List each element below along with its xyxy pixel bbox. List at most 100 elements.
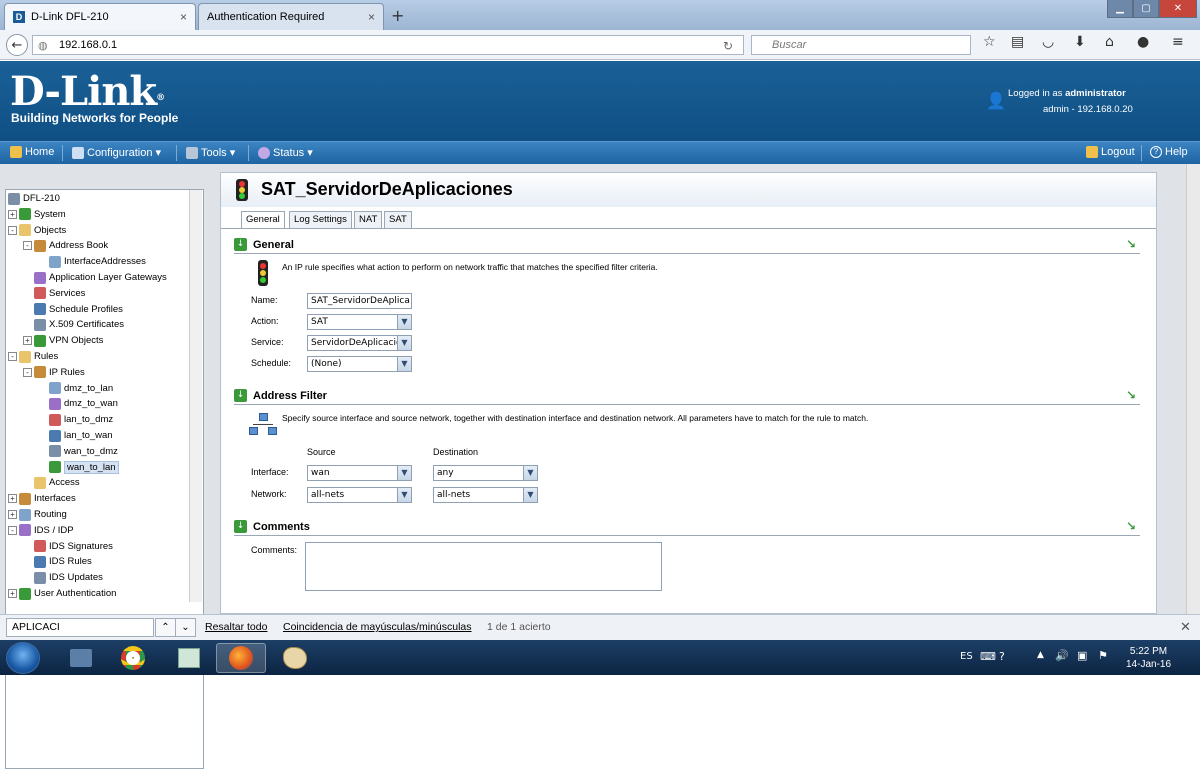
logout-button[interactable]: Logout	[1086, 146, 1135, 158]
tree-item[interactable]: Services	[23, 286, 85, 301]
section-expand-icon[interactable]: ↓	[234, 389, 247, 402]
new-tab-button[interactable]: +	[391, 6, 404, 25]
close-tab-icon[interactable]: ×	[368, 10, 375, 24]
start-button[interactable]	[6, 642, 40, 674]
tree-item[interactable]: + User Authentication	[8, 586, 116, 601]
network-tray-icon[interactable]: ▣	[1077, 649, 1087, 662]
tree-item[interactable]: wan_to_lan	[38, 460, 119, 475]
expand-icon[interactable]: +	[8, 209, 17, 219]
notes-app-icon[interactable]	[164, 643, 214, 673]
expand-icon[interactable]: +	[23, 336, 32, 346]
service-select[interactable]: ServidorDeAplicacio ▼	[307, 335, 412, 351]
back-button[interactable]: ←	[6, 34, 28, 56]
tab-auth[interactable]: Authentication Required ×	[198, 3, 384, 30]
action-select[interactable]: SAT ▼	[307, 314, 412, 330]
info-icon[interactable]: ◍	[38, 39, 48, 52]
url-bar[interactable]: 192.168.0.1	[32, 35, 744, 55]
collapse-icon[interactable]: -	[8, 225, 17, 235]
collapse-icon[interactable]: -	[8, 525, 17, 535]
menu-configuration[interactable]: Configuration ▾	[72, 146, 161, 159]
show-hidden-icons[interactable]: ▲	[1037, 650, 1044, 660]
tree-item[interactable]: - Rules	[8, 349, 58, 364]
schedule-select[interactable]: (None) ▼	[307, 356, 412, 372]
highlight-all-checkbox[interactable]: Resaltar todo	[205, 621, 267, 633]
section-go-icon[interactable]: ↘	[1126, 389, 1138, 402]
tab-general[interactable]: General	[241, 211, 285, 229]
minimize-button[interactable]: ▁	[1107, 0, 1133, 18]
tree-scrollbar[interactable]	[189, 190, 202, 602]
tree-item[interactable]: Application Layer Gateways	[23, 270, 167, 285]
close-tab-icon[interactable]: ×	[180, 10, 187, 24]
tree-item[interactable]: + System	[8, 207, 66, 222]
section-go-icon[interactable]: ↘	[1126, 520, 1138, 533]
chrome-icon[interactable]	[108, 643, 158, 673]
tree-item[interactable]: - IDS / IDP	[8, 523, 74, 538]
tree-item[interactable]: lan_to_dmz	[38, 412, 113, 427]
section-expand-icon[interactable]: ↓	[234, 520, 247, 533]
home-icon[interactable]: ⌂	[1105, 34, 1114, 50]
tree-item[interactable]: lan_to_wan	[38, 428, 113, 443]
paint-app-icon[interactable]	[270, 643, 320, 673]
volume-icon[interactable]: 🔊	[1055, 649, 1069, 662]
pocket-icon[interactable]: ◡	[1042, 34, 1054, 50]
tree-item[interactable]: - Address Book	[23, 238, 108, 253]
system-clock[interactable]: 5:22 PM 14-Jan-16	[1126, 645, 1171, 671]
section-expand-icon[interactable]: ↓	[234, 238, 247, 251]
expand-icon[interactable]: +	[8, 494, 17, 504]
destination-interface-select[interactable]: any ▼	[433, 465, 538, 481]
tree-item[interactable]: Schedule Profiles	[23, 302, 123, 317]
tab-dlink[interactable]: D D-Link DFL-210 ×	[4, 3, 196, 30]
name-field[interactable]: SAT_ServidorDeAplica	[307, 293, 412, 309]
source-network-select[interactable]: all-nets ▼	[307, 487, 412, 503]
tree-item[interactable]: + Routing	[8, 507, 67, 522]
tree-item[interactable]: - Objects	[8, 223, 66, 238]
download-icon[interactable]: ⬇	[1074, 34, 1086, 50]
collapse-icon[interactable]: -	[23, 367, 32, 377]
help-button[interactable]: ? Help	[1150, 146, 1188, 158]
menu-tools[interactable]: Tools ▾	[186, 146, 235, 159]
keyboard-icon[interactable]: ⌨	[980, 650, 996, 663]
expand-icon[interactable]: +	[8, 589, 17, 598]
tree-item[interactable]: IDS Signatures	[23, 539, 113, 554]
tree-item[interactable]: Access	[23, 475, 80, 490]
close-window-button[interactable]: ✕	[1159, 0, 1197, 18]
comments-textarea[interactable]	[305, 542, 662, 591]
action-center-icon[interactable]: ⚑	[1098, 649, 1108, 662]
close-find-icon[interactable]: ✕	[1180, 619, 1191, 635]
network-app-icon[interactable]	[56, 643, 106, 673]
language-indicator[interactable]: ES	[960, 651, 973, 662]
tree-item[interactable]: DFL-210	[8, 191, 60, 206]
menu-status[interactable]: Status ▾	[258, 146, 313, 159]
section-go-icon[interactable]: ↘	[1126, 238, 1138, 251]
maximize-button[interactable]: ▢	[1133, 0, 1159, 18]
tree-item[interactable]: + VPN Objects	[23, 333, 103, 348]
tab-nat[interactable]: NAT	[354, 211, 383, 228]
reading-list-icon[interactable]: ▤	[1011, 34, 1024, 50]
tree-item[interactable]: - IP Rules	[23, 365, 85, 380]
chat-icon[interactable]: ●	[1137, 34, 1149, 50]
bookmark-star-icon[interactable]: ☆	[983, 34, 996, 50]
tree-item[interactable]: dmz_to_wan	[38, 396, 118, 411]
tree-item[interactable]: dmz_to_lan	[38, 381, 113, 396]
menu-icon[interactable]: ≡	[1172, 34, 1184, 50]
tree-item[interactable]: X.509 Certificates	[23, 317, 124, 332]
find-previous-button[interactable]: ⌃	[155, 618, 176, 637]
tree-item[interactable]: InterfaceAddresses	[38, 254, 146, 269]
tab-log-settings[interactable]: Log Settings	[289, 211, 352, 228]
tree-item[interactable]: IDS Updates	[23, 570, 103, 585]
destination-network-select[interactable]: all-nets ▼	[433, 487, 538, 503]
tree-item[interactable]: wan_to_dmz	[38, 444, 118, 459]
tree-item[interactable]: IDS Rules	[23, 554, 92, 569]
collapse-icon[interactable]: -	[8, 352, 17, 361]
source-interface-select[interactable]: wan ▼	[307, 465, 412, 481]
help-tray-icon[interactable]: ?	[999, 650, 1005, 663]
collapse-icon[interactable]: -	[23, 241, 32, 251]
find-input[interactable]: APLICACI	[6, 618, 154, 637]
search-input[interactable]: Buscar	[751, 35, 971, 55]
tab-sat[interactable]: SAT	[384, 211, 412, 228]
firefox-icon[interactable]	[216, 643, 266, 673]
find-next-button[interactable]: ⌄	[175, 618, 196, 637]
main-scrollbar[interactable]	[1186, 164, 1200, 614]
expand-icon[interactable]: +	[8, 510, 17, 519]
tree-item[interactable]: + Interfaces	[8, 491, 76, 506]
